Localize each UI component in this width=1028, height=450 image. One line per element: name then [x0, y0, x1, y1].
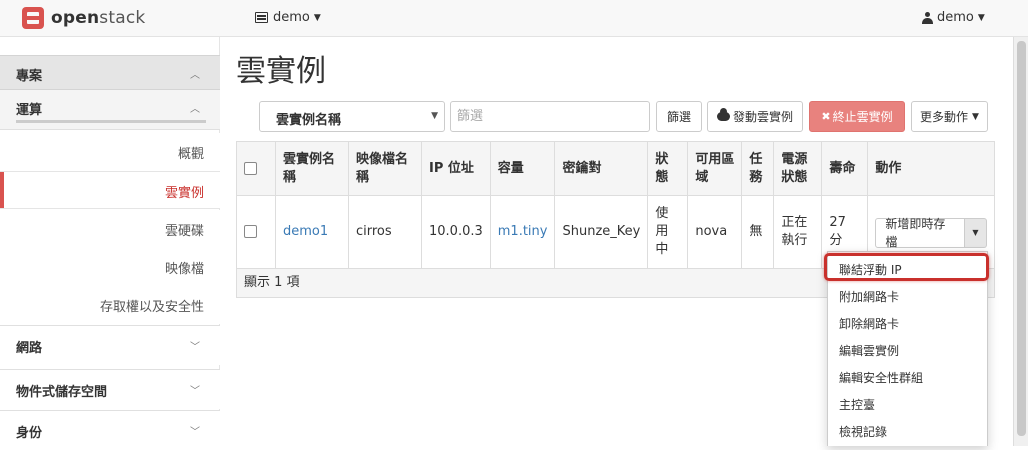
scrollbar-thumb[interactable]	[1017, 41, 1026, 436]
sidebar-group-object-store[interactable]: 物件式儲存空間 ﹀	[0, 369, 220, 409]
flavor-link[interactable]: m1.tiny	[498, 224, 548, 239]
col-name[interactable]: 雲實例名稱	[275, 141, 349, 196]
filter-button[interactable]: 篩選	[656, 101, 702, 132]
select-arrow-icon: ▼	[431, 111, 438, 121]
sidebar-item-images[interactable]: 映像檔	[0, 248, 220, 286]
chevron-up-icon: ︿	[190, 104, 200, 115]
col-task[interactable]: 任務	[741, 141, 775, 196]
instance-name-cell: demo1	[275, 195, 349, 269]
sidebar: 專案 ︿ 運算 ︿ 概觀 雲實例 雲硬碟 映像檔 存取權以及安全性 網路 ﹀ 物…	[0, 37, 220, 450]
sidebar-group-compute[interactable]: 運算 ︿	[0, 90, 220, 130]
sidebar-item-label: 雲硬碟	[164, 224, 204, 239]
group-underline	[16, 120, 206, 123]
col-keypair[interactable]: 密鑰對	[554, 141, 649, 196]
col-ip[interactable]: IP 位址	[421, 141, 491, 196]
row-action-split-button: 新增即時存檔 ▼	[875, 217, 987, 249]
col-age[interactable]: 壽命	[821, 141, 869, 196]
sidebar-item-label: 映像檔	[164, 262, 204, 277]
logo-text: openstack	[51, 8, 146, 28]
sidebar-item-volumes[interactable]: 雲硬碟	[0, 210, 220, 248]
col-actions: 動作	[867, 141, 995, 196]
row-select-cell	[236, 195, 276, 269]
sidebar-group-identity[interactable]: 身份 ﹀	[0, 410, 220, 450]
page-scrollbar[interactable]	[1013, 37, 1028, 446]
launch-instance-button[interactable]: 發動雲實例	[707, 101, 803, 132]
menu-item-view-log[interactable]: 檢視記錄	[828, 418, 987, 445]
close-icon: ✖	[821, 110, 831, 123]
col-power[interactable]: 電源狀態	[773, 141, 823, 196]
select-all-checkbox[interactable]	[244, 161, 257, 175]
project-selector[interactable]: demo ▼	[255, 10, 321, 25]
user-name: demo	[937, 10, 974, 25]
row-checkbox[interactable]	[244, 225, 257, 238]
openstack-logo-icon	[22, 7, 44, 29]
more-button-label: 更多動作	[920, 110, 969, 124]
sidebar-section-label: 專案	[16, 69, 43, 84]
cloud-upload-icon	[716, 108, 730, 121]
chevron-down-icon: ﹀	[190, 386, 200, 397]
user-menu[interactable]: demo ▼	[922, 10, 985, 25]
top-navbar: openstack demo ▼ demo ▼	[0, 0, 1028, 37]
chevron-up-icon: ︿	[190, 70, 200, 81]
zone-cell: nova	[687, 195, 743, 269]
terminate-instance-button[interactable]: ✖ 終止雲實例	[809, 101, 905, 132]
caret-down-icon: ▼	[972, 111, 979, 122]
menu-item-edit-security-groups[interactable]: 編輯安全性群組	[828, 364, 987, 391]
caret-down-icon: ▼	[313, 12, 321, 23]
sidebar-item-label: 概觀	[177, 147, 204, 162]
row-actions-dropdown-toggle[interactable]: ▼	[964, 218, 987, 248]
project-icon	[255, 12, 268, 23]
more-actions-button[interactable]: 更多動作 ▼	[911, 101, 988, 132]
task-cell: 無	[741, 195, 775, 269]
project-name: demo	[273, 10, 310, 25]
sidebar-group-label: 身份	[16, 426, 43, 441]
launch-button-label: 發動雲實例	[732, 110, 793, 124]
sidebar-section-project[interactable]: 專案 ︿	[0, 55, 220, 90]
sidebar-item-access-security[interactable]: 存取權以及安全性	[0, 286, 220, 324]
filter-button-label: 篩選	[666, 110, 691, 124]
sidebar-group-label: 物件式儲存空間	[16, 385, 108, 400]
instance-name-link[interactable]: demo1	[283, 224, 328, 239]
sidebar-group-label: 運算	[16, 103, 43, 118]
keypair-cell: Shunze_Key	[554, 195, 649, 269]
sidebar-item-instances[interactable]: 雲實例	[0, 171, 220, 209]
image-cell: cirros	[348, 195, 422, 269]
select-all-cell	[236, 141, 276, 196]
caret-down-icon: ▼	[977, 12, 985, 23]
user-icon	[922, 11, 933, 24]
filter-input[interactable]	[450, 101, 650, 132]
sidebar-item-label: 雲實例	[164, 186, 204, 201]
highlight-annotation	[824, 253, 989, 281]
ip-cell: 10.0.0.3	[421, 195, 491, 269]
page-title: 雲實例	[236, 54, 326, 89]
filter-field-value: 雲實例名稱	[276, 113, 342, 128]
terminate-button-label: 終止雲實例	[832, 110, 893, 124]
caret-down-icon: ▼	[972, 228, 979, 237]
sidebar-group-label: 網路	[16, 341, 43, 356]
size-cell: m1.tiny	[489, 195, 556, 269]
sidebar-group-network[interactable]: 網路 ﹀	[0, 325, 220, 365]
col-zone[interactable]: 可用區域	[687, 141, 743, 196]
chevron-down-icon: ﹀	[190, 427, 200, 438]
sidebar-item-overview[interactable]: 概觀	[0, 133, 220, 171]
col-size[interactable]: 容量	[489, 141, 556, 196]
menu-item-console[interactable]: 主控臺	[828, 391, 987, 418]
chevron-down-icon: ﹀	[190, 342, 200, 353]
menu-item-attach-interface[interactable]: 附加網路卡	[828, 283, 987, 310]
col-status[interactable]: 狀態	[647, 141, 689, 196]
sidebar-item-label: 存取權以及安全性	[99, 300, 204, 315]
status-cell: 使用中	[647, 195, 689, 269]
create-snapshot-button[interactable]: 新增即時存檔	[875, 217, 965, 249]
menu-item-edit-instance[interactable]: 編輯雲實例	[828, 337, 987, 364]
openstack-logo[interactable]: openstack	[21, 6, 145, 30]
table-header-row: 雲實例名稱 映像檔名稱 IP 位址 容量 密鑰對 狀態 可用區域 任務 電源狀態…	[236, 141, 995, 196]
menu-item-detach-interface[interactable]: 卸除網路卡	[828, 310, 987, 337]
col-image[interactable]: 映像檔名稱	[348, 141, 422, 196]
power-cell: 正在執行	[773, 195, 823, 269]
filter-field-select[interactable]: 雲實例名稱 ▼	[259, 101, 445, 132]
